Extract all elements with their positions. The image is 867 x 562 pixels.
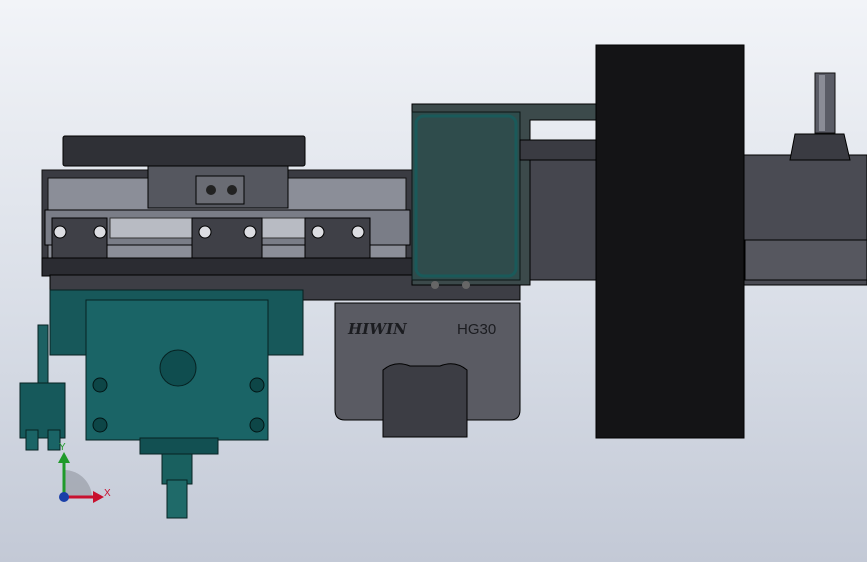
motor-flange-disc <box>595 44 745 439</box>
coordinate-triad: Y X <box>58 442 111 503</box>
rail-brand-text: HIWIN <box>347 320 408 338</box>
x-axis-label: X <box>104 488 111 499</box>
x-arrow-icon <box>93 491 104 503</box>
z-axis-point <box>59 492 69 502</box>
slide-assembly <box>41 135 415 277</box>
y-arrow-icon <box>58 452 70 463</box>
linear-guide-block: HIWIN HG30 <box>334 302 521 438</box>
y-axis-label: Y <box>59 442 66 453</box>
top-plate <box>62 135 306 167</box>
cad-viewport[interactable]: HIWIN HG30 Y X <box>0 0 867 562</box>
rail-model-text: HG30 <box>457 321 496 338</box>
